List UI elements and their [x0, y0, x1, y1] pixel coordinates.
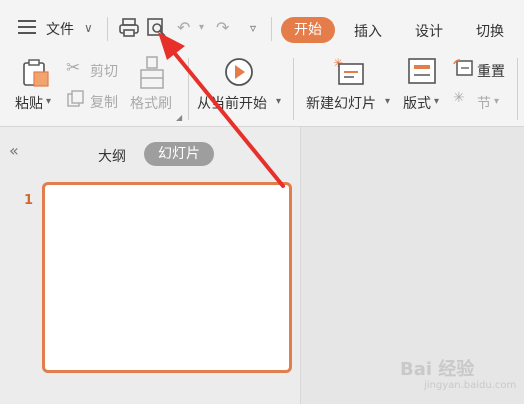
baidu-watermark-url: jingyan.baidu.com [424, 380, 517, 391]
annotation-arrow [158, 32, 285, 188]
baidu-watermark: Bai 经验 [400, 359, 475, 380]
